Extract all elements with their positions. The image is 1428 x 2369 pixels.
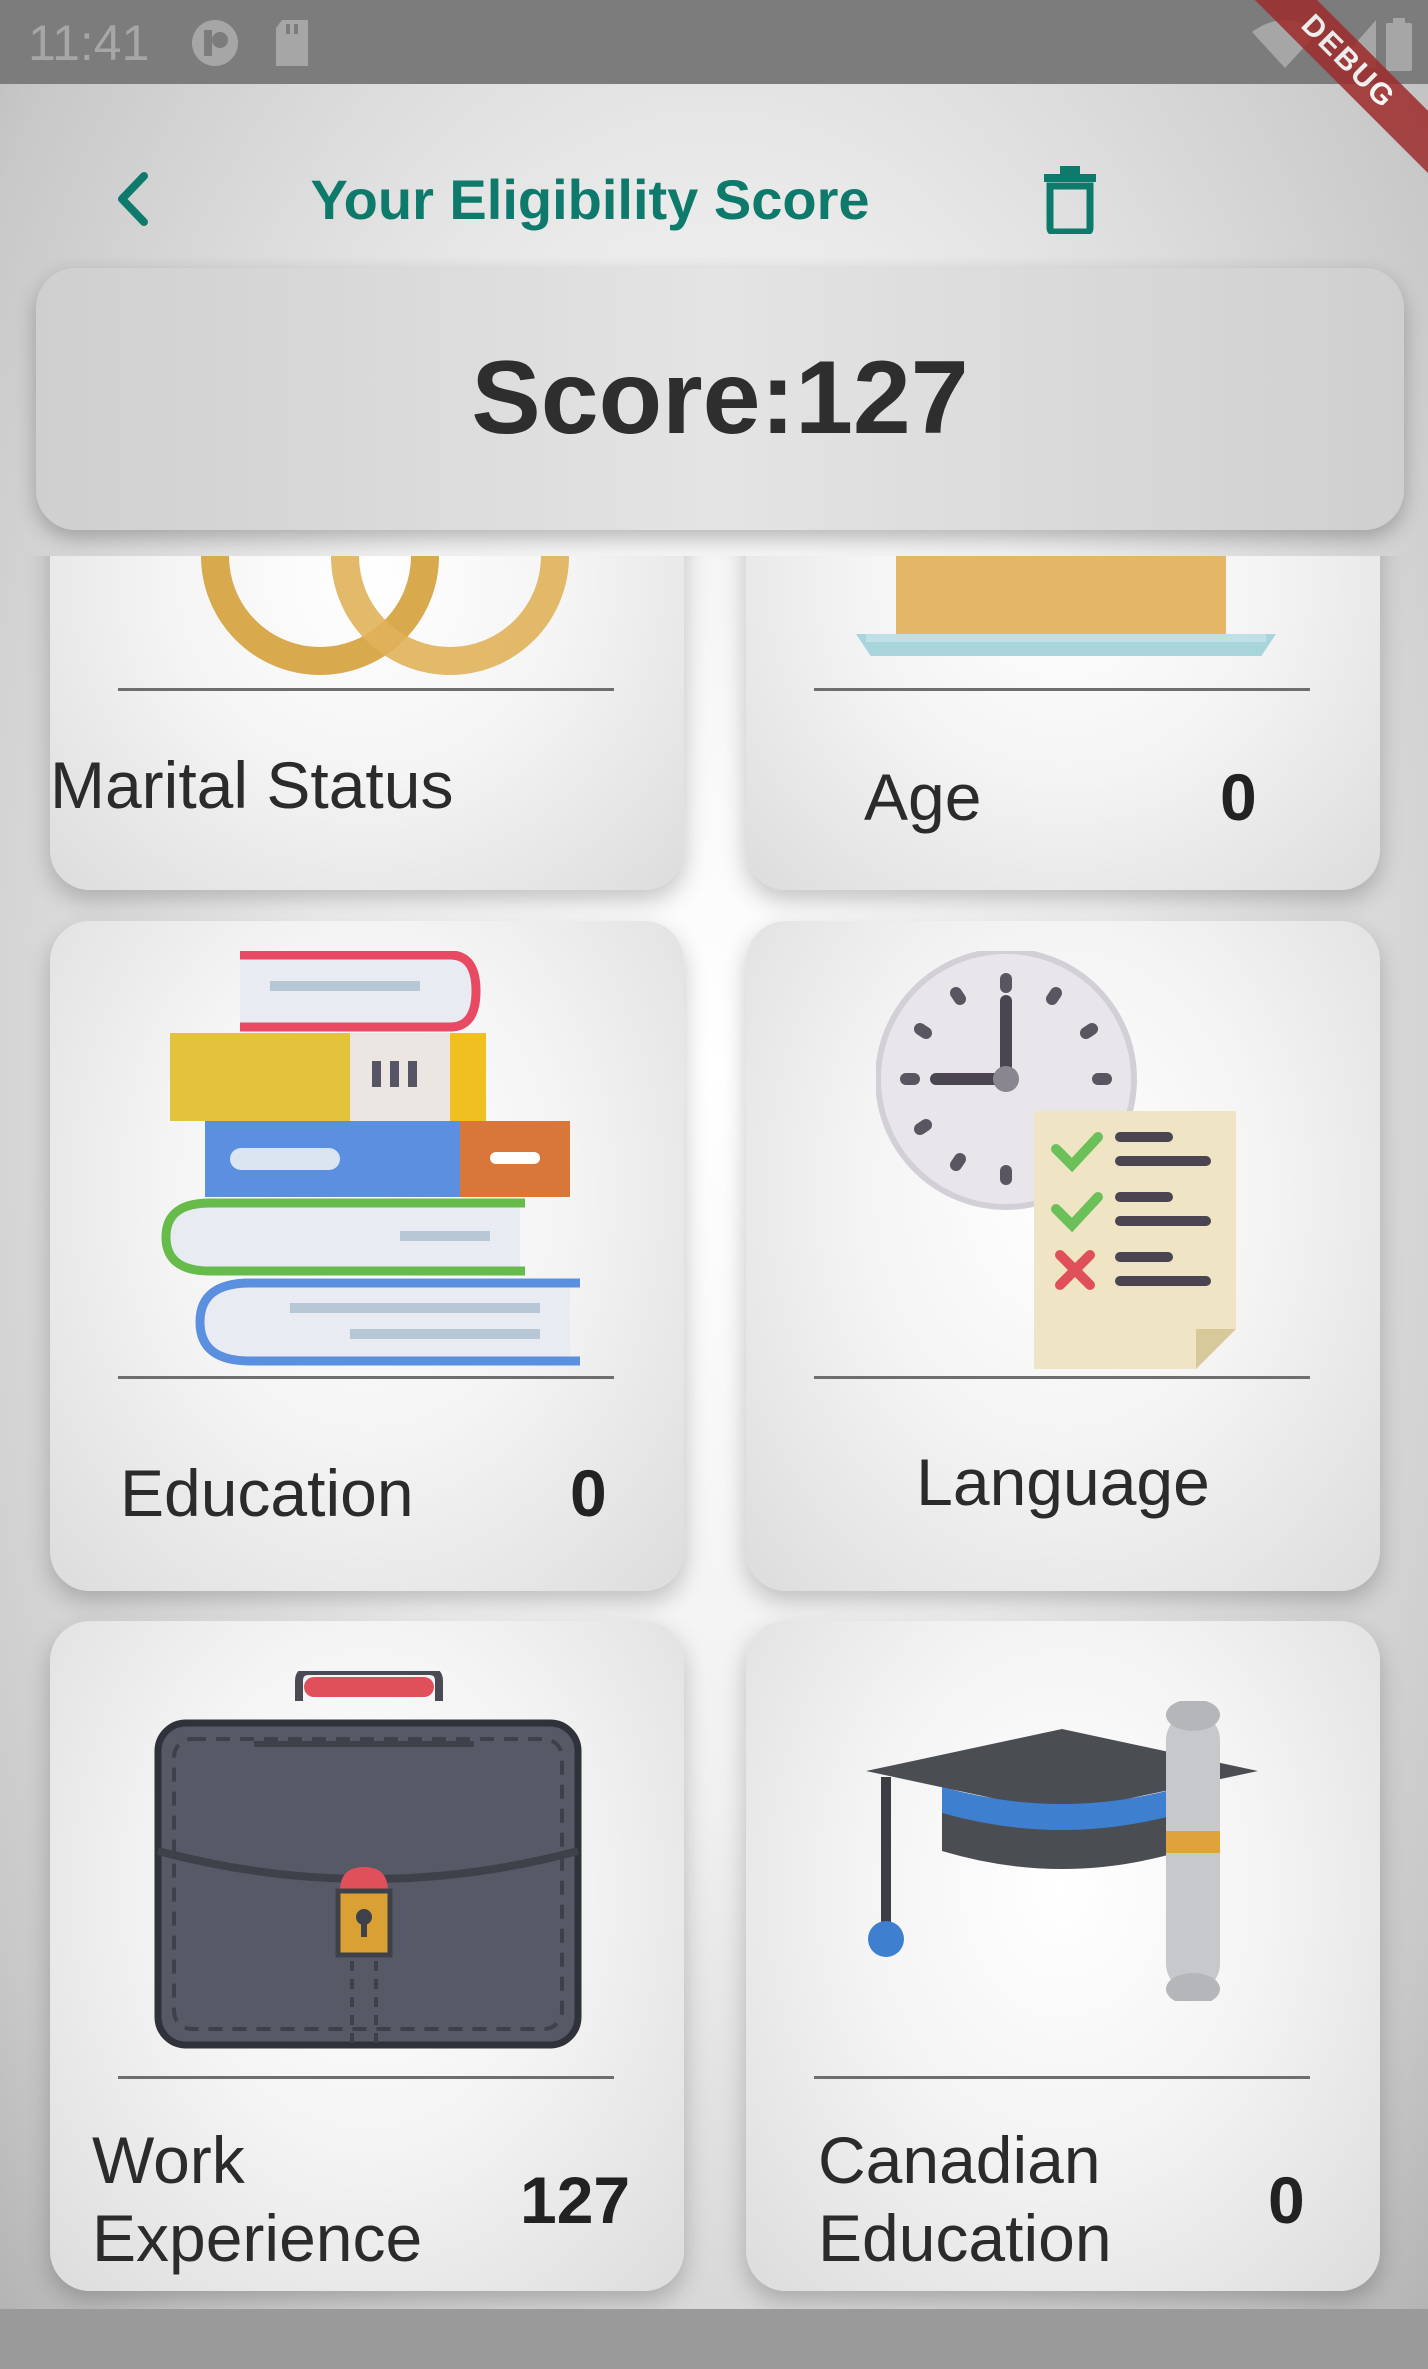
sd-card-icon <box>276 20 308 66</box>
category-card-marital-status[interactable]: Marital Status <box>50 556 684 890</box>
back-arrow-icon[interactable] <box>100 164 170 234</box>
battery-icon <box>1386 18 1412 71</box>
score-value: Score:127 <box>471 340 969 456</box>
card-divider <box>118 1376 614 1379</box>
category-label: Age <box>864 760 982 834</box>
score-card: Score:127 <box>36 268 1404 530</box>
graduation-cap-diploma-icon <box>866 1701 1258 2001</box>
trash-icon[interactable] <box>1040 162 1100 234</box>
bottom-edge <box>0 2309 1428 2369</box>
briefcase-icon <box>154 1671 582 2049</box>
category-label: Canadian Education <box>818 2123 1112 2275</box>
category-score: 0 <box>1220 760 1257 834</box>
status-time: 11:41 <box>28 15 150 71</box>
category-card-education[interactable]: Education 0 <box>50 921 684 1591</box>
cake-plate-icon <box>856 556 1276 656</box>
category-label: Marital Status <box>50 748 454 822</box>
category-card-work-experience[interactable]: Work Experience 127 <box>50 1621 684 2291</box>
card-divider <box>814 1376 1310 1379</box>
category-grid: Marital Status Age 0 Education 0 Languag… <box>0 556 1428 2309</box>
page-title: Your Eligibility Score <box>310 168 870 231</box>
wedding-rings-icon <box>201 556 569 675</box>
category-card-age[interactable]: Age 0 <box>746 556 1380 890</box>
card-divider <box>118 2076 614 2079</box>
category-label: Education <box>120 1456 414 1530</box>
category-score: 127 <box>520 2163 631 2237</box>
category-label: Work Experience <box>92 2123 423 2275</box>
status-bar: 11:41 <box>0 0 1428 84</box>
app-notification-icon <box>192 20 238 66</box>
category-label: Language <box>916 1445 1210 1519</box>
category-score: 0 <box>1268 2163 1305 2237</box>
clock-checklist-icon <box>876 951 1236 1369</box>
books-stack-icon <box>161 951 580 1366</box>
category-score: 0 <box>570 1456 607 1530</box>
card-divider <box>814 688 1310 691</box>
card-divider <box>118 688 614 691</box>
category-card-canadian-education[interactable]: Canadian Education 0 <box>746 1621 1380 2291</box>
card-divider <box>814 2076 1310 2079</box>
category-card-language[interactable]: Language <box>746 921 1380 1591</box>
